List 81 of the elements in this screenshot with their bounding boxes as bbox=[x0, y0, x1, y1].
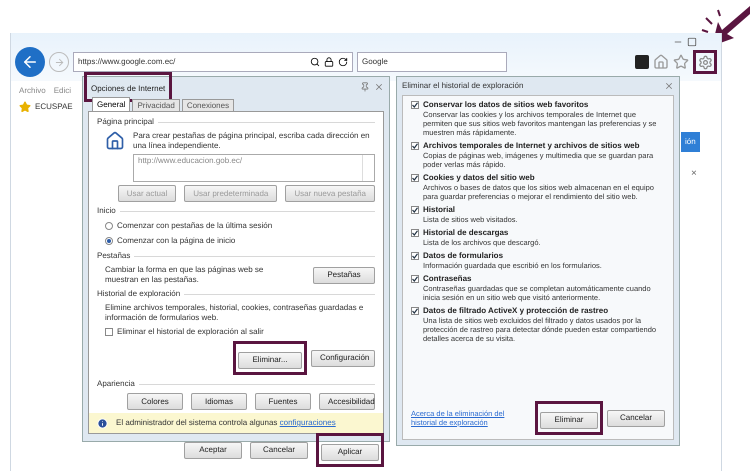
check-icon bbox=[412, 308, 418, 314]
section-heading: Inicio bbox=[97, 205, 116, 217]
dialog-button[interactable]: Idiomas bbox=[191, 393, 247, 410]
option-label: Contraseñas bbox=[423, 274, 472, 284]
highlight-frame[interactable] bbox=[693, 50, 717, 74]
dialog-button[interactable]: Eliminar... bbox=[238, 352, 302, 368]
option-label: Datos de filtrado ActiveX y protección de rastreo bbox=[423, 306, 610, 316]
close-icon[interactable] bbox=[374, 82, 384, 92]
check-icon bbox=[412, 253, 418, 259]
checkbox[interactable] bbox=[105, 328, 113, 336]
notice-text: El administrador del sistema controla algunas configuraciones bbox=[116, 417, 336, 429]
address-field[interactable]: https://www.google.com.ec/ bbox=[73, 52, 353, 72]
tabs-description: Cambiar la forma en que las páginas web se muestran en las pestañas. bbox=[105, 265, 264, 285]
favorite-link[interactable]: ECUSPAE bbox=[35, 101, 73, 113]
dialog-button[interactable]: Configuración bbox=[311, 350, 375, 366]
checkbox[interactable] bbox=[411, 206, 419, 214]
checkbox[interactable] bbox=[411, 275, 419, 283]
home-page-text: Para crear pestañas de página principal, escriba cada dirección en una línea independiente. bbox=[133, 131, 371, 151]
checkbox[interactable] bbox=[411, 142, 419, 150]
side-button[interactable]: ión bbox=[681, 132, 700, 152]
tab[interactable]: General bbox=[92, 97, 130, 111]
option-label: Archivos temporales de Internet y archivos de sitios web bbox=[423, 141, 641, 151]
section-heading: Historial de exploración bbox=[97, 288, 180, 300]
dialog-button[interactable]: Colores bbox=[127, 393, 183, 410]
check-icon bbox=[412, 230, 418, 236]
check-icon bbox=[412, 276, 418, 282]
checkbox[interactable] bbox=[411, 101, 419, 109]
tab[interactable]: Privacidad bbox=[132, 99, 180, 111]
dialog-button[interactable]: Cancelar bbox=[607, 410, 665, 426]
check-icon bbox=[412, 102, 418, 108]
checkbox-label: Eliminar el historial de exploración al salir bbox=[117, 326, 264, 338]
menu-item[interactable]: Edici bbox=[54, 85, 72, 97]
dialog-button[interactable]: Accesibilidad bbox=[319, 393, 375, 410]
maximize-icon[interactable] bbox=[687, 37, 697, 47]
section-heading: Apariencia bbox=[97, 378, 135, 390]
radio-label: Comenzar con pestañas de la última sesión bbox=[117, 220, 272, 232]
dialog-button[interactable]: Eliminar bbox=[540, 412, 598, 428]
info-icon bbox=[97, 418, 108, 428]
address-text: https://www.google.com.ec/ bbox=[78, 56, 176, 68]
check-icon bbox=[412, 143, 418, 149]
dialog-button[interactable]: Cancelar bbox=[250, 442, 308, 458]
refresh-icon[interactable] bbox=[338, 57, 348, 67]
section-heading: Pestañas bbox=[97, 250, 130, 262]
checkbox[interactable] bbox=[411, 229, 419, 237]
house-icon bbox=[105, 131, 125, 151]
close-text[interactable]: × bbox=[691, 166, 697, 181]
checkbox[interactable] bbox=[411, 307, 419, 315]
option-label: Historial bbox=[423, 205, 456, 215]
settings-link[interactable]: configuraciones bbox=[280, 418, 336, 427]
dialog-button[interactable]: Aplicar bbox=[321, 444, 379, 460]
dialog-title: Eliminar el historial de exploración bbox=[402, 80, 524, 92]
home-page-field[interactable]: http://www.educacion.gob.ec/ bbox=[133, 154, 375, 182]
radio-label: Comenzar con la página de inicio bbox=[117, 235, 236, 247]
check-icon bbox=[412, 207, 418, 213]
forward-arrow-icon bbox=[54, 56, 64, 68]
tab-title: Google bbox=[362, 56, 388, 68]
option-label: Datos de formularios bbox=[423, 251, 504, 261]
star-icon[interactable] bbox=[673, 54, 689, 70]
radio-button[interactable] bbox=[105, 222, 113, 230]
dialog-button[interactable]: Aceptar bbox=[184, 442, 242, 458]
option-label: Cookies y datos del sitio web bbox=[423, 173, 536, 183]
option-label: Historial de descargas bbox=[423, 228, 510, 238]
option-label: Conservar los datos de sitios web favoritos bbox=[423, 100, 590, 110]
dialog-button[interactable]: Fuentes bbox=[255, 393, 311, 410]
lock-icon bbox=[324, 57, 334, 67]
check-icon bbox=[412, 175, 418, 181]
close-icon[interactable] bbox=[664, 81, 674, 91]
checkbox[interactable] bbox=[411, 252, 419, 260]
home-icon[interactable] bbox=[653, 54, 669, 70]
section-heading: Página principal bbox=[97, 116, 154, 128]
menu-item[interactable]: Archivo bbox=[19, 85, 46, 97]
dialog-title: Opciones de Internet bbox=[91, 84, 166, 93]
tab[interactable]: Conexiones bbox=[182, 99, 234, 111]
search-icon[interactable] bbox=[310, 57, 320, 67]
dialog-button[interactable]: Pestañas bbox=[313, 266, 375, 284]
search-tab[interactable]: Google bbox=[357, 52, 507, 72]
url-text: http://www.educacion.gob.ec/ bbox=[138, 155, 242, 167]
history-description: Elimine archivos temporales, historial, cookies, contraseñas guardadas e información de formularios web. bbox=[105, 303, 364, 323]
radio-button[interactable] bbox=[105, 237, 113, 245]
back-button[interactable] bbox=[15, 47, 45, 77]
checkbox[interactable] bbox=[411, 174, 419, 182]
